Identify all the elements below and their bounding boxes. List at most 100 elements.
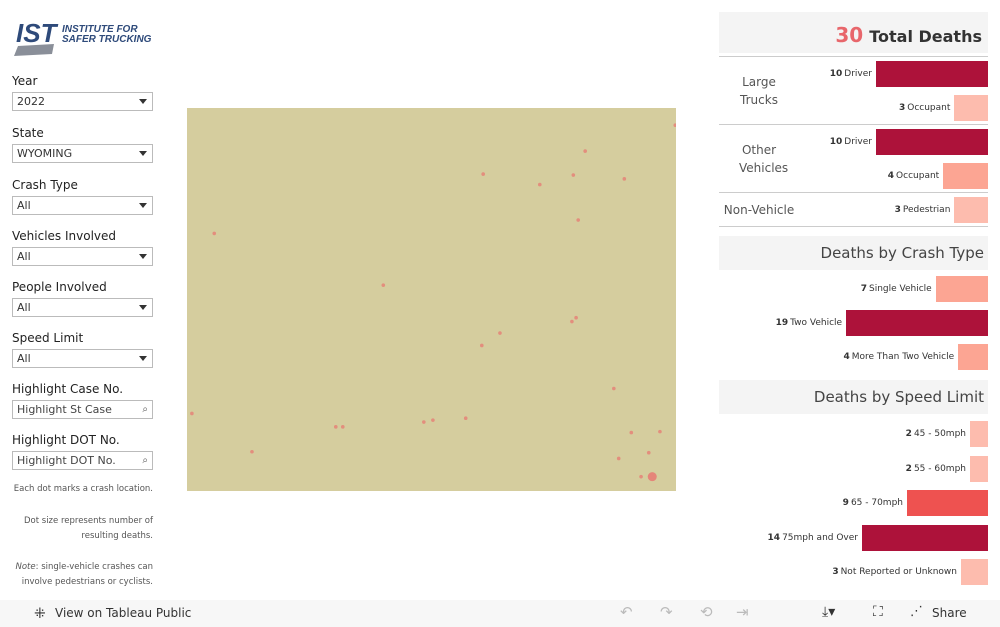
bar[interactable] bbox=[935, 276, 988, 302]
revert-icon[interactable]: ⟲ bbox=[700, 603, 713, 621]
crash-dot[interactable] bbox=[431, 418, 435, 422]
dropdown[interactable]: WYOMING bbox=[12, 144, 153, 163]
speed-panel: Deaths by Speed Limit bbox=[719, 380, 988, 414]
crash-dot[interactable] bbox=[481, 172, 485, 176]
crash-dot[interactable] bbox=[639, 474, 643, 479]
filter-highlight-case-no-: Highlight Case No. Highlight St Case ⌕ bbox=[12, 382, 153, 419]
bar-row[interactable]: 3 Occupant bbox=[719, 95, 988, 121]
filter-state: State WYOMING bbox=[12, 126, 153, 163]
download-icon[interactable]: ⤓▾ bbox=[822, 604, 835, 620]
bar-row[interactable]: 2 45 - 50mph bbox=[719, 421, 988, 447]
filter-people-involved: People Involved All bbox=[12, 280, 153, 317]
crash-dot[interactable] bbox=[629, 430, 634, 435]
bar-row[interactable]: 19 Two Vehicle bbox=[719, 310, 988, 336]
people-group: Other Vehicles 10 Driver 4 Occupant bbox=[719, 124, 988, 192]
chevron-down-icon bbox=[139, 203, 147, 208]
bar[interactable] bbox=[970, 455, 988, 482]
note-size: Dot size represents number of resulting … bbox=[23, 516, 153, 541]
dropdown[interactable]: 2022 bbox=[12, 92, 153, 111]
crash-dot[interactable] bbox=[190, 411, 194, 416]
search-input[interactable]: Highlight DOT No. ⌕ bbox=[12, 451, 153, 470]
share-icon[interactable]: ⋰ bbox=[910, 604, 923, 619]
bar-row[interactable]: 3 Not Reported or Unknown bbox=[719, 559, 988, 585]
bar[interactable] bbox=[907, 490, 988, 516]
tableau-toolbar: ⁜ View on Tableau Public ↶ ↷ ⟲ ⇥ ⤓▾ ⛶ ⋰ … bbox=[0, 600, 1000, 627]
search-icon: ⌕ bbox=[142, 455, 148, 466]
dropdown[interactable]: All bbox=[12, 349, 153, 368]
svg-text:IST: IST bbox=[16, 18, 59, 48]
dropdown[interactable]: All bbox=[12, 247, 153, 266]
bar[interactable] bbox=[846, 310, 988, 336]
filter-vehicles-involved: Vehicles Involved All bbox=[12, 229, 153, 266]
ist-logo: IST INSTITUTE FOR SAFER TRUCKING bbox=[14, 18, 154, 58]
crash-dot[interactable] bbox=[381, 283, 386, 287]
bar[interactable] bbox=[958, 344, 988, 370]
crash-dot[interactable] bbox=[571, 173, 576, 177]
crash-dot[interactable] bbox=[646, 450, 651, 455]
filter-year: Year 2022 bbox=[12, 74, 153, 111]
crash-dot[interactable] bbox=[250, 449, 254, 454]
crash-dot[interactable] bbox=[612, 386, 616, 391]
filter-highlight-dot-no-: Highlight DOT No. Highlight DOT No. ⌕ bbox=[12, 433, 153, 470]
crash-dot[interactable] bbox=[574, 315, 578, 320]
bar-row[interactable]: 2 55 - 60mph bbox=[719, 455, 988, 482]
note-dots: Each dot marks a crash location. bbox=[13, 484, 153, 494]
crash-dot[interactable] bbox=[463, 416, 468, 421]
crash-dot[interactable] bbox=[422, 420, 426, 424]
crash-dot[interactable] bbox=[498, 331, 502, 335]
crash-dot[interactable] bbox=[537, 182, 542, 187]
bar[interactable] bbox=[961, 559, 988, 585]
tableau-icon: ⁜ bbox=[34, 606, 46, 622]
bar[interactable] bbox=[862, 524, 988, 551]
svg-text:SAFER TRUCKING: SAFER TRUCKING bbox=[62, 34, 152, 45]
crash-dot[interactable] bbox=[340, 425, 345, 429]
redo-icon[interactable]: ↷ bbox=[660, 603, 673, 621]
bar[interactable] bbox=[954, 197, 988, 223]
crash-dot[interactable] bbox=[658, 429, 662, 434]
bar-row[interactable]: 4 More Than Two Vehicle bbox=[719, 344, 988, 370]
chevron-down-icon bbox=[139, 305, 147, 310]
bar-row[interactable]: 14 75mph and Over bbox=[719, 524, 988, 551]
chevron-down-icon bbox=[139, 151, 147, 156]
share-button[interactable]: Share bbox=[932, 606, 967, 620]
chevron-down-icon bbox=[139, 356, 147, 361]
bar-row[interactable]: 3 Pedestrian bbox=[719, 197, 988, 223]
crash-type-panel: Deaths by Crash Type bbox=[719, 236, 988, 270]
bar-row[interactable]: 10 Driver bbox=[719, 61, 988, 87]
total-deaths-header: 30 Total Deaths bbox=[719, 12, 988, 53]
bar[interactable] bbox=[876, 129, 988, 155]
dropdown[interactable]: All bbox=[12, 298, 153, 317]
note-single-vehicle: Note: single-vehicle crashes can involve… bbox=[15, 562, 154, 587]
filter-speed-limit: Speed Limit All bbox=[12, 331, 153, 368]
crash-dot[interactable] bbox=[570, 319, 574, 324]
undo-icon[interactable]: ↶ bbox=[620, 603, 633, 621]
bar-row[interactable]: 7 Single Vehicle bbox=[719, 276, 988, 302]
crash-dot[interactable] bbox=[616, 456, 621, 461]
crash-dot[interactable] bbox=[622, 177, 627, 181]
crash-dot[interactable] bbox=[212, 231, 217, 236]
bar-row[interactable]: 9 65 - 70mph bbox=[719, 490, 988, 516]
bar-row[interactable]: 10 Driver bbox=[719, 129, 988, 155]
people-group: Non-Vehicle 3 Pedestrian bbox=[719, 192, 988, 226]
bar-row[interactable]: 4 Occupant bbox=[719, 163, 988, 189]
crash-map[interactable] bbox=[187, 108, 676, 491]
crash-dot[interactable] bbox=[673, 123, 676, 128]
dropdown[interactable]: All bbox=[12, 196, 153, 215]
search-input[interactable]: Highlight St Case ⌕ bbox=[12, 400, 153, 419]
bar[interactable] bbox=[954, 95, 988, 121]
view-on-tableau-link[interactable]: View on Tableau Public bbox=[55, 606, 191, 620]
divider bbox=[719, 226, 988, 227]
crash-dot[interactable] bbox=[647, 472, 657, 482]
bar[interactable] bbox=[970, 421, 988, 447]
search-icon: ⌕ bbox=[142, 404, 148, 415]
crash-dot[interactable] bbox=[479, 343, 484, 348]
chevron-down-icon bbox=[139, 99, 147, 104]
crash-dot[interactable] bbox=[583, 149, 587, 153]
chevron-down-icon bbox=[139, 254, 147, 259]
fullscreen-icon[interactable]: ⛶ bbox=[873, 604, 883, 620]
bar[interactable] bbox=[876, 61, 988, 87]
crash-dot[interactable] bbox=[333, 425, 338, 429]
refresh-icon[interactable]: ⇥ bbox=[736, 603, 749, 621]
bar[interactable] bbox=[943, 163, 988, 189]
crash-dot[interactable] bbox=[576, 218, 580, 222]
